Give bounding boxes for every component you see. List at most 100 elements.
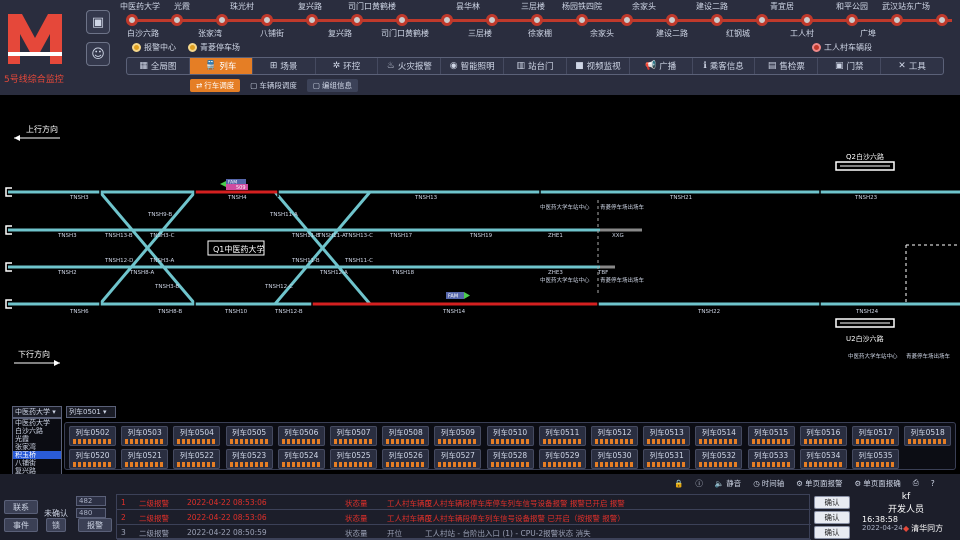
metro-logo <box>4 8 66 70</box>
page-alarm-button[interactable]: ⚙ 单页面报警 <box>796 478 842 489</box>
train-button[interactable]: 列车0522 <box>173 449 221 469</box>
event-button[interactable]: 事件 <box>4 518 38 532</box>
tab-3[interactable]: ⊞ 场景 <box>253 58 316 74</box>
train-button[interactable]: 列车0505 <box>225 426 273 446</box>
train-button[interactable]: 列车0511 <box>538 426 586 446</box>
train-button[interactable]: 列车0508 <box>382 426 430 446</box>
platform-box-top[interactable]: Q2白沙六路 <box>835 152 895 171</box>
ack-button[interactable]: 确认 <box>814 511 850 524</box>
timeline-button[interactable]: ◷ 时间轴 <box>753 478 784 489</box>
mute-button[interactable]: 🔈 静音 <box>715 478 741 489</box>
contact-button[interactable]: 联系 <box>4 500 38 514</box>
train-button[interactable]: 列车0509 <box>434 426 482 446</box>
station-list-item[interactable]: 中医药大学 <box>13 419 61 427</box>
alarm-row[interactable]: 3 二级报警 2022-04-22 08:50:59 状态量 开位 工人村站 - 台阶出入… <box>117 525 811 540</box>
radio-alarm-center[interactable]: 报警中心 <box>132 42 176 53</box>
tab-6[interactable]: ◉ 智能照明 <box>441 58 505 74</box>
train-button[interactable]: 列车0524 <box>277 449 325 469</box>
train-select[interactable]: 列车0501 ▾ <box>66 406 116 418</box>
station-list-item[interactable]: 白沙六路 <box>13 427 61 435</box>
alarm-row[interactable]: 2 二级报警 2022-04-22 08:53:06 状态量 工人村车辆段 工人村车辆段停… <box>117 510 811 525</box>
train-button[interactable]: 列车0526 <box>382 449 430 469</box>
track-label: TNSH12-D <box>104 258 133 264</box>
station-list-item[interactable]: 张家湾 <box>13 443 61 451</box>
train-button[interactable]: 列车0510 <box>486 426 534 446</box>
alarm-time: 2022-04-22 08:53:06 <box>187 513 267 522</box>
station-select[interactable]: 中医药大学 ▾ <box>12 406 62 418</box>
track-label: TNSH8-A <box>129 270 154 276</box>
info-button[interactable]: ⓘ <box>695 478 703 489</box>
train-button[interactable]: 列车0533 <box>747 449 795 469</box>
tab-13[interactable]: ✕ 工具 <box>881 58 943 74</box>
sub-tab-2[interactable]: ▢ 车辆段调度 <box>244 79 303 92</box>
station-list-item[interactable]: 光霞 <box>13 435 61 443</box>
train-button[interactable]: 列车0535 <box>852 449 899 469</box>
tab-icon: 📢 <box>645 61 657 71</box>
radio-vehicle-depot[interactable]: 工人村车辆段 <box>812 42 872 53</box>
train-button[interactable]: 列车0517 <box>852 426 899 446</box>
train-button[interactable]: 列车0531 <box>643 449 691 469</box>
track-label: TNSH13-C <box>344 233 373 239</box>
train-button[interactable]: 列车0525 <box>330 449 377 469</box>
sub-tab-1[interactable]: ⇄ 行车调度 <box>190 79 241 92</box>
train-button[interactable]: 列车0516 <box>799 426 847 446</box>
train-button[interactable]: 列车0528 <box>486 449 534 469</box>
train-button[interactable]: 列车0523 <box>225 449 273 469</box>
train-button[interactable]: 列车0502 <box>69 426 116 446</box>
ack-button[interactable]: 确认 <box>814 526 850 539</box>
train-button[interactable]: 列车0534 <box>799 449 847 469</box>
train-button[interactable]: 列车0503 <box>121 426 169 446</box>
tab-label: 列车 <box>219 62 237 72</box>
lock-alarm-button[interactable]: 锁 <box>46 518 66 532</box>
tab-1[interactable]: ▦ 全局图 <box>127 58 190 74</box>
train-button[interactable]: 列车0504 <box>173 426 221 446</box>
train-button[interactable]: 列车0512 <box>591 426 638 446</box>
train-button[interactable]: 列车0521 <box>121 449 169 469</box>
tab-4[interactable]: ✲ 环控 <box>316 58 379 74</box>
tab-2[interactable]: 🚆 列车 <box>189 58 253 74</box>
platform-box-bottom[interactable]: U2白沙六路 <box>835 318 895 343</box>
station-list-item[interactable]: 积玉桥 <box>13 451 61 459</box>
help-button[interactable]: ? <box>931 479 935 488</box>
train-button[interactable]: 列车0514 <box>695 426 743 446</box>
train-tag-upper[interactable]: FAM 509 <box>220 179 248 191</box>
station-label-bottom: 广埠 <box>838 0 898 40</box>
train-label: 列车0528 <box>493 451 528 460</box>
train-button[interactable]: 列车0532 <box>695 449 743 469</box>
radio-depot[interactable]: 青菱停车场 <box>188 42 240 53</box>
station-label-bottom: 白沙六路 <box>113 0 173 40</box>
track-label: TNSH3-A <box>149 258 174 264</box>
tab-8[interactable]: ■ 视频监视 <box>567 58 630 74</box>
alarm-row[interactable]: 1 二级报警 2022-04-22 08:53:06 状态量 工人村车辆段 工人村车辆段停… <box>117 495 811 510</box>
train-button[interactable]: 列车0513 <box>643 426 691 446</box>
train-status-bar <box>438 439 478 444</box>
train-button[interactable]: 列车0506 <box>277 426 325 446</box>
ack-button[interactable]: 确认 <box>814 496 850 509</box>
train-status-bar <box>699 462 739 467</box>
page-confirm-button[interactable]: ⚙ 单页面报确 <box>854 478 900 489</box>
station-list-item[interactable]: 八铺街 <box>13 459 61 467</box>
print-button[interactable]: ⎙ <box>913 478 919 488</box>
train-button[interactable]: 列车0530 <box>591 449 638 469</box>
station-name: 八铺街 <box>260 29 284 38</box>
tab-10[interactable]: ℹ 乘客信息 <box>693 58 756 74</box>
train-button[interactable]: 列车0515 <box>747 426 795 446</box>
station-box[interactable]: Q1中医药大学 <box>207 240 265 256</box>
sub-tab-3[interactable]: ▢ 编组信息 <box>306 79 358 92</box>
tab-12[interactable]: ▣ 门禁 <box>818 58 882 74</box>
tab-11[interactable]: ▤ 售检票 <box>755 58 819 74</box>
operator-icon[interactable]: ☺ <box>86 42 110 66</box>
lock-button[interactable]: 🔒 <box>674 479 683 488</box>
train-button[interactable]: 列车0527 <box>434 449 482 469</box>
tab-7[interactable]: ▥ 站台门 <box>504 58 567 74</box>
train-button[interactable]: 列车0529 <box>538 449 586 469</box>
train-button[interactable]: 列车0520 <box>69 449 116 469</box>
train-label: 列车0515 <box>754 428 789 437</box>
train-button[interactable]: 列车0507 <box>330 426 377 446</box>
alarm-type: 状态量 <box>345 514 368 523</box>
train-button[interactable]: 列车0518 <box>904 426 952 446</box>
tab-5[interactable]: ♨ 火灾报警 <box>378 58 442 74</box>
alarm-button[interactable]: 报警 <box>78 518 112 532</box>
tab-9[interactable]: 📢 广播 <box>630 58 693 74</box>
train-tag-lower[interactable]: FAM <box>446 292 470 300</box>
